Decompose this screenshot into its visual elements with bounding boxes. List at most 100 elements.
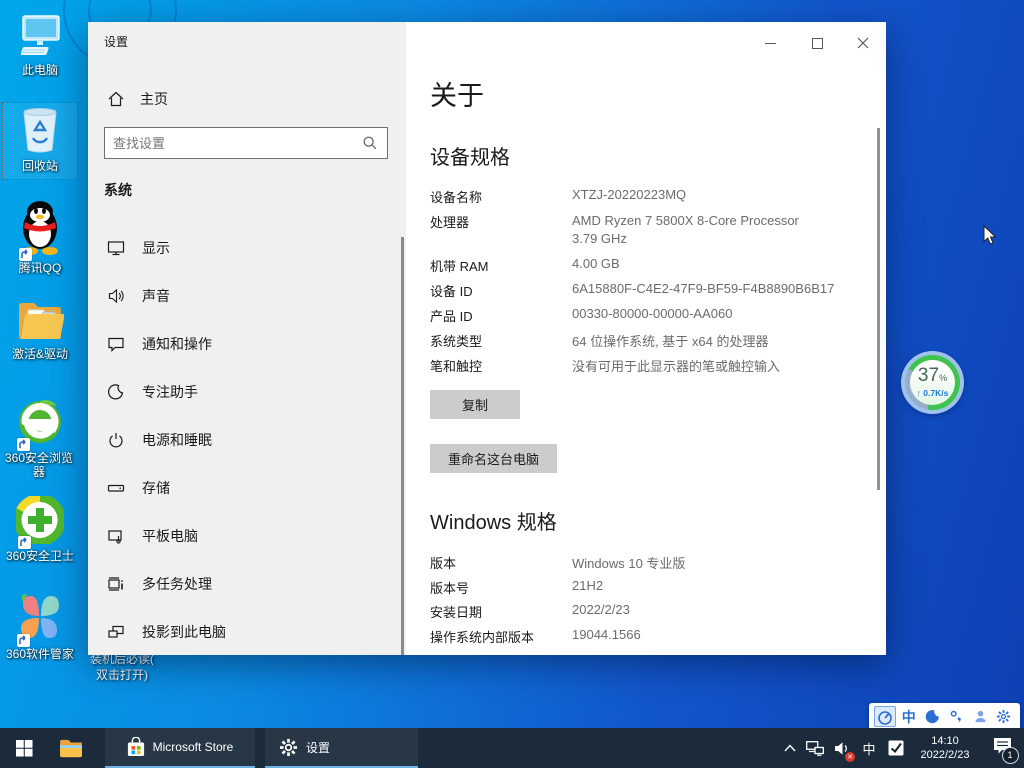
file-explorer-icon: [59, 738, 83, 758]
desktop-icon-recycle-bin[interactable]: 回收站: [0, 106, 80, 173]
network-speed: ↑ 0.7K/s: [917, 388, 949, 398]
sidebar-item-label: 多任务处理: [142, 574, 212, 594]
spec-value: Windows 10 专业版: [572, 553, 685, 572]
desktop-icon-label: 此电脑: [0, 63, 80, 77]
ime-status-button[interactable]: [874, 706, 896, 727]
shortcut-arrow-icon: [17, 634, 30, 647]
spec-row-edition: 版本 Windows 10 专业版: [430, 553, 685, 572]
close-icon: [857, 37, 869, 49]
sidebar-item-focus-assist[interactable]: 专注助手: [88, 368, 402, 416]
sidebar-item-notifications[interactable]: 通知和操作: [88, 320, 402, 368]
desktop-icon-label: 激活&驱动: [0, 347, 80, 361]
antivirus-360-icon: [888, 740, 904, 756]
ime-fullwidth-icon[interactable]: [922, 706, 944, 727]
spec-value: XTZJ-20220223MQ: [572, 187, 686, 206]
ime-punctuation-icon[interactable]: [945, 706, 967, 727]
desktop-icon-360-software-manager[interactable]: 360软件管家: [0, 592, 80, 661]
shortcut-arrow-icon: [19, 248, 32, 261]
tray-clock[interactable]: 14:10 2022/2/23: [910, 728, 980, 768]
tray-network[interactable]: [802, 728, 828, 768]
search-input[interactable]: [105, 136, 361, 151]
display-icon: [106, 238, 126, 258]
ime-user-icon[interactable]: [969, 706, 991, 727]
spec-label: 系统类型: [430, 331, 572, 350]
close-button[interactable]: [840, 22, 886, 64]
desktop-icon-tencent-qq[interactable]: 腾讯QQ: [0, 198, 80, 275]
main-scrollbar[interactable]: [877, 128, 880, 490]
sidebar-item-sound[interactable]: 声音: [88, 272, 402, 320]
tray-action-center[interactable]: 1: [980, 728, 1024, 768]
spec-label: 设备名称: [430, 187, 572, 206]
rename-pc-button[interactable]: 重命名这台电脑: [430, 444, 557, 473]
spec-value: 00330-80000-00000-AA060: [572, 306, 732, 325]
tray-volume[interactable]: ✕: [828, 728, 856, 768]
ime-toolbar: 中: [869, 703, 1020, 730]
spec-row-ram: 机带 RAM 4.00 GB: [430, 256, 620, 275]
device-spec-section-title: 设备规格: [430, 141, 510, 170]
speed-ring: 37% ↑ 0.7K/s: [905, 355, 960, 410]
360-speed-widget[interactable]: 37% ↑ 0.7K/s: [901, 351, 964, 414]
notifications-icon: [106, 334, 126, 354]
spec-row-device-name: 设备名称 XTZJ-20220223MQ: [430, 187, 686, 206]
desktop-icon-readme-label[interactable]: 装机后必读( 双击打开): [82, 651, 162, 683]
sidebar-item-tablet[interactable]: 平板电脑: [88, 512, 402, 560]
spec-value: 没有可用于此显示器的笔或触控输入: [572, 356, 780, 375]
spec-row-version: 版本号 21H2: [430, 578, 603, 597]
copy-button[interactable]: 复制: [430, 390, 520, 419]
window-title: 设置: [104, 33, 128, 50]
search-icon[interactable]: [361, 134, 379, 152]
sidebar-item-multitasking[interactable]: 多任务处理: [88, 560, 402, 608]
desktop-icon-360-browser[interactable]: 360安全浏览器: [0, 396, 80, 479]
clock-date: 2022/2/23: [910, 748, 980, 762]
folder-icon: [16, 298, 64, 345]
desktop-icon-label: 360安全浏览器: [0, 451, 78, 479]
microsoft-store-icon: [127, 737, 145, 757]
minimize-button[interactable]: [747, 22, 793, 64]
sidebar-item-label: 平板电脑: [142, 526, 198, 546]
sidebar-item-label: 通知和操作: [142, 334, 212, 354]
file-explorer-button[interactable]: [48, 728, 94, 768]
maximize-button[interactable]: [794, 22, 840, 64]
mouse-cursor: [983, 225, 998, 251]
sidebar-item-label: 专注助手: [142, 382, 198, 402]
spec-row-device-id: 设备 ID 6A15880F-C4E2-47F9-BF59-F4B8890B6B…: [430, 281, 834, 300]
360-software-manager-icon: [15, 592, 65, 645]
tray-chevron-up[interactable]: [778, 728, 802, 768]
desktop-icon-activate-drivers[interactable]: 激活&驱动: [0, 298, 80, 361]
qq-penguin-icon: [17, 198, 63, 259]
desktop-icon-360-safeguard[interactable]: 360安全卫士: [0, 496, 80, 563]
tray-ime-mode[interactable]: 中: [856, 728, 882, 768]
spec-label: 产品 ID: [430, 306, 572, 325]
multitasking-icon: [106, 574, 126, 594]
search-box[interactable]: [104, 127, 388, 159]
taskbar-task-microsoft-store[interactable]: Microsoft Store: [105, 728, 255, 768]
spec-row-system-type: 系统类型 64 位操作系统, 基于 x64 的处理器: [430, 331, 768, 350]
shortcut-arrow-icon: [18, 536, 31, 549]
network-icon: [806, 741, 824, 756]
sidebar-item-display[interactable]: 显示: [88, 224, 402, 272]
sidebar-scrollbar[interactable]: [401, 237, 404, 655]
desktop: 此电脑 回收站: [0, 0, 1024, 768]
start-button[interactable]: [0, 728, 48, 768]
spec-label: 操作系统内部版本: [430, 627, 572, 646]
sidebar-item-power-sleep[interactable]: 电源和睡眠: [88, 416, 402, 464]
spec-label: 版本号: [430, 578, 572, 597]
ime-language-toggle[interactable]: 中: [898, 706, 920, 727]
minimize-icon: [765, 43, 776, 44]
sidebar-item-label: 电源和睡眠: [142, 430, 212, 450]
focus-assist-icon: [106, 382, 126, 402]
sidebar-item-home[interactable]: 主页: [106, 86, 386, 112]
sidebar-home-label: 主页: [140, 89, 168, 109]
volume-muted-badge: ✕: [845, 752, 855, 762]
tray-360-antivirus[interactable]: [882, 728, 910, 768]
desktop-icon-this-pc[interactable]: 此电脑: [0, 14, 80, 77]
360-safeguard-icon: [16, 496, 64, 547]
windows-spec-section-title: Windows 规格: [430, 506, 557, 535]
sidebar-item-storage[interactable]: 存储: [88, 464, 402, 512]
taskbar-task-settings[interactable]: 设置: [265, 728, 418, 768]
sidebar-item-projecting[interactable]: 投影到此电脑: [88, 608, 402, 655]
ime-settings-gear-icon[interactable]: [993, 706, 1015, 727]
spec-label: 机带 RAM: [430, 256, 572, 275]
task-label: Microsoft Store: [153, 740, 234, 754]
spec-label: 版本: [430, 553, 572, 572]
